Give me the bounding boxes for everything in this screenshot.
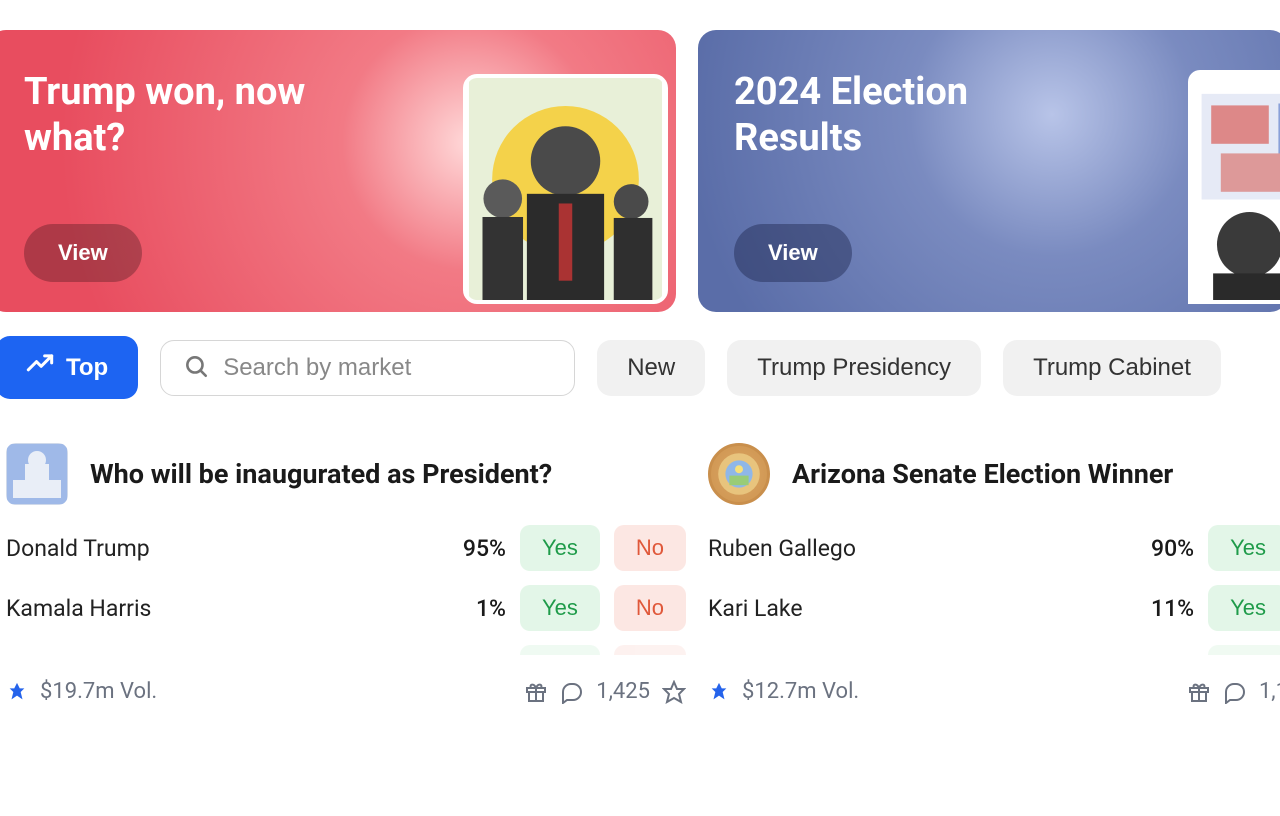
pin-icon xyxy=(708,681,730,703)
outcome-row: Kamala Harris 1% Yes No xyxy=(6,585,686,631)
hero-title: Trump won, now what? xyxy=(24,70,394,161)
hero-card-2024-election-results[interactable]: 2024 Election Results View xyxy=(698,30,1280,312)
outcome-name: Kamala Harris xyxy=(6,595,414,622)
pin-icon xyxy=(6,681,28,703)
market-footer: $19.7m Vol. 1,425 xyxy=(6,679,686,704)
trending-icon xyxy=(26,350,54,385)
filter-chip-trump-cabinet[interactable]: Trump Cabinet xyxy=(1003,340,1221,396)
bet-yes-button[interactable]: Yes xyxy=(520,585,600,631)
market-title: Who will be inaugurated as President? xyxy=(90,458,552,490)
hero-image xyxy=(463,74,668,304)
outcomes-list: Donald Trump 95% Yes No Kamala Harris 1%… xyxy=(6,525,686,655)
bet-no-button[interactable]: No xyxy=(614,525,686,571)
market-header: Who will be inaugurated as President? xyxy=(6,443,686,505)
filter-chip-top[interactable]: Top xyxy=(0,336,138,399)
comment-count: 1,425 xyxy=(596,679,650,704)
hero-image xyxy=(1188,70,1280,304)
search-icon xyxy=(183,353,209,383)
market-volume: $12.7m Vol. xyxy=(742,679,859,704)
outcome-name: Ruben Gallego xyxy=(708,535,1102,562)
gift-icon[interactable] xyxy=(524,680,548,704)
outcome-row: Donald Trump 95% Yes No xyxy=(6,525,686,571)
hero-view-button[interactable]: View xyxy=(24,224,142,282)
market-thumbnail xyxy=(6,443,68,505)
gift-icon[interactable] xyxy=(1187,680,1211,704)
market-card-inauguration[interactable]: Who will be inaugurated as President? Do… xyxy=(6,443,686,704)
hero-row: Trump won, now what? View 2024 Election … xyxy=(0,0,1280,312)
comment-icon[interactable] xyxy=(560,680,584,704)
outcome-pct: 1% xyxy=(428,595,506,622)
market-card-az-senate[interactable]: Arizona Senate Election Winner Ruben Gal… xyxy=(708,443,1280,704)
star-icon[interactable] xyxy=(662,680,686,704)
filter-chip-new[interactable]: New xyxy=(597,340,705,396)
outcome-pct: 11% xyxy=(1116,595,1194,622)
search-wrap[interactable] xyxy=(160,340,575,396)
chip-label: Top xyxy=(66,354,108,382)
markets-row: Who will be inaugurated as President? Do… xyxy=(6,409,1280,704)
comment-icon[interactable] xyxy=(1223,680,1247,704)
market-volume: $19.7m Vol. xyxy=(40,679,157,704)
outcome-pct: 90% xyxy=(1116,535,1194,562)
bet-yes-button[interactable]: Yes xyxy=(1208,525,1280,571)
outcome-pct: 95% xyxy=(428,535,506,562)
filter-row: Top New Trump Presidency Trump Cabinet xyxy=(0,312,1280,409)
bet-yes-button[interactable]: Yes xyxy=(1208,645,1280,655)
outcome-row: <1% Yes xyxy=(708,645,1280,655)
market-thumbnail xyxy=(708,443,770,505)
search-input[interactable] xyxy=(223,354,552,382)
market-footer: $12.7m Vol. 1,1 xyxy=(708,679,1280,704)
outcome-name: Donald Trump xyxy=(6,535,414,562)
hero-title: 2024 Election Results xyxy=(734,70,1045,161)
bet-yes-button[interactable]: Yes xyxy=(1208,585,1280,631)
bet-no-button[interactable]: No xyxy=(614,645,686,655)
outcome-row: Ruben Gallego 90% Yes xyxy=(708,525,1280,571)
outcome-row: Other 4% Yes No xyxy=(6,645,686,655)
bet-yes-button[interactable]: Yes xyxy=(520,645,600,655)
outcome-name: Kari Lake xyxy=(708,595,1102,622)
bet-yes-button[interactable]: Yes xyxy=(520,525,600,571)
outcomes-list: Ruben Gallego 90% Yes Kari Lake 11% Yes … xyxy=(708,525,1280,655)
hero-view-button[interactable]: View xyxy=(734,224,852,282)
outcome-row: Kari Lake 11% Yes xyxy=(708,585,1280,631)
hero-card-trump-now-what[interactable]: Trump won, now what? View xyxy=(0,30,676,312)
outcome-pct: 4% xyxy=(428,655,506,656)
comment-count: 1,1 xyxy=(1259,679,1280,704)
market-header: Arizona Senate Election Winner xyxy=(708,443,1280,505)
bet-no-button[interactable]: No xyxy=(614,585,686,631)
filter-chip-trump-presidency[interactable]: Trump Presidency xyxy=(727,340,981,396)
market-title: Arizona Senate Election Winner xyxy=(792,458,1173,490)
outcome-pct: <1% xyxy=(1116,655,1194,656)
outcome-name: Other xyxy=(6,655,414,656)
